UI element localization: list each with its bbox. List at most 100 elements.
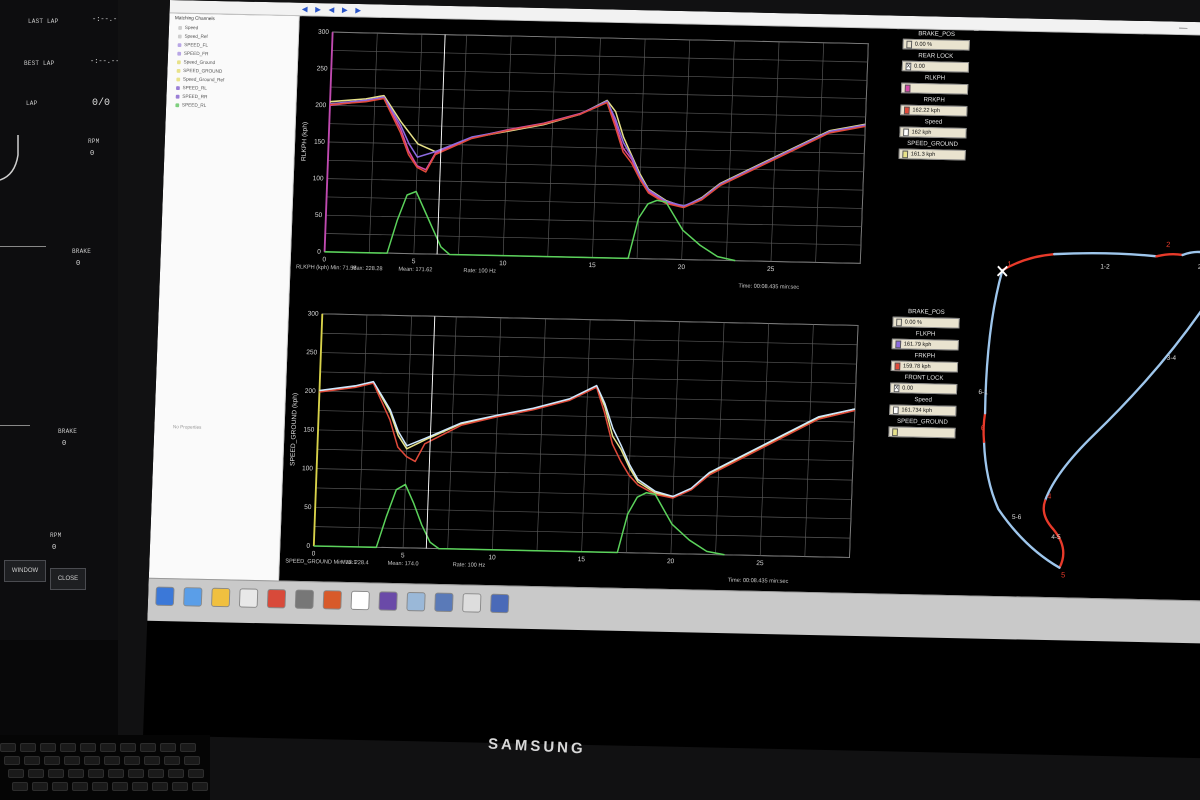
chart-app-icon[interactable] [378,591,398,611]
playback-nav[interactable]: ◀ ▶ ◀ ▶ ▶ [302,5,364,15]
legend-value-box[interactable]: 161.79 kph [891,338,959,351]
status-text-2: Mean: 171.62 [398,267,432,274]
legend-value-box[interactable]: 162 kph [899,126,967,139]
legend-value: 0.00 [913,63,925,70]
x-tick-label: 10 [488,554,496,561]
x-tick-label: 15 [588,262,596,269]
segment-label: 5-6 [1012,514,1022,521]
track-segment-5 [1043,283,1200,502]
track-map[interactable]: 1-22-33-44-55-66-1123456 [958,31,1200,610]
app-icon[interactable] [322,590,342,610]
settings-app-icon[interactable] [462,593,482,613]
legend-value-box[interactable]: 161.734 kph [889,404,957,417]
notes-icon[interactable] [350,590,370,611]
legend-value-box[interactable] [900,82,969,95]
close-button[interactable]: CLOSE [50,568,86,590]
channel-color-icon [176,59,181,64]
keyboard-key [88,769,104,778]
legend-value-box[interactable] [888,426,956,439]
legend-value-box[interactable]: 0.00 % [892,316,960,329]
tool-icon[interactable] [294,589,315,610]
x-tick-label: 10 [499,260,507,267]
legend-swatch [902,150,909,158]
telemetry-screen: ◀ ▶ ◀ ▶ ▶ — □ × Matching Channels SpeedS… [143,0,1200,759]
chart-top-svg[interactable]: 0 50 100 150 200 250 300 0 5 10 15 20 25 RLKPH (kph) R… [291,16,896,308]
last-lap-label: LAST LAP [28,18,59,25]
status-text-1: Max: 228.28 [352,266,383,273]
channel-item[interactable]: SPEED_RL [166,100,296,111]
doc-app-icon[interactable] [434,592,454,613]
window-button[interactable]: WINDOW [4,560,46,582]
best-lap-label: BEST LAP [24,60,55,67]
person-app-icon[interactable] [490,593,510,614]
explorer-icon[interactable] [238,588,259,608]
keyboard-key [40,743,56,752]
legend-value-box[interactable]: 0.00 % [902,38,970,51]
corner-label: 5 [1061,570,1065,579]
keyboard-key [168,769,184,778]
legend-value: 161.3 kph [910,151,936,158]
chart-bottom: 0 50 100 150 200 250 300 0 5 10 15 20 25 SPEED_GROUND… [281,298,887,602]
y-tick-label: 200 [315,102,326,109]
segment-label: 4-5 [1051,534,1061,541]
legend-swatch [892,427,898,436]
keyboard-key [8,769,24,778]
keyboard-key [188,769,204,778]
keyboard-key [132,782,148,791]
keyboard-key [28,769,44,778]
keyboard-key [112,782,128,791]
keyboard-key [68,769,84,778]
keyboard-key [120,743,136,752]
monitor-app-icon[interactable] [406,591,426,612]
keyboard-key [12,782,28,791]
legend-value: 159.78 kph [902,363,931,370]
x-tick-label: 0 [312,550,316,557]
chart-top: 0 50 100 150 200 250 300 0 5 10 15 20 25 RLKPH (kph) R… [291,16,896,308]
y-tick-label: 250 [317,65,328,72]
lap-value: 0/0 [92,98,111,109]
legend-channel-label: SPEED_GROUND [896,418,948,426]
rpm-label-2: RPM [50,532,62,539]
keyboard-key [124,756,140,765]
status-text-0: RLKPH (kph) Min: 71.58 [296,264,357,271]
keyboard-key [164,756,180,765]
window-controls[interactable]: — □ × [1179,23,1200,34]
y-tick-label: 300 [318,29,329,36]
keyboard-key [108,769,124,778]
chrome-icon[interactable] [266,588,287,609]
brake-label: BRAKE [72,248,92,255]
legend-swatch [896,318,902,326]
media-icon[interactable] [183,587,203,607]
y-tick-label: 0 [317,249,321,256]
legend-value: 0.00 % [914,41,933,48]
keyboard-key [64,756,80,765]
y-tick-label: 150 [303,426,314,433]
legend-value-box[interactable]: X 0.00 [889,382,958,395]
keyboard-key [104,756,120,765]
status-text-3: Rate: 100 Hz [463,268,496,275]
x-tick-label: 5 [401,552,405,559]
status-text-1: Max: 228.4 [341,560,369,567]
folder-icon[interactable] [211,587,231,608]
legend-channel-label: SPEED_GROUND [907,140,959,148]
corner-label: 1 [1007,259,1011,268]
legend-value-box[interactable]: 162.22 kph [900,104,968,117]
corner-label: 4 [1047,492,1051,501]
x-tick-label: 20 [667,558,675,565]
keyboard-key [128,769,144,778]
legend-value-box[interactable]: X 0.00 [901,60,970,73]
corner-label: 2 [1166,240,1170,249]
legend-swatch: X [893,384,900,392]
legend-value: 161.734 kph [901,407,933,414]
segment-label: 1-2 [1100,263,1110,270]
y-tick-label: 50 [315,212,323,219]
legend-value-box[interactable]: 161.3 kph [898,148,966,161]
chart-area: 0 50 100 150 200 250 300 0 5 10 15 20 25 RLKPH (kph) R… [280,16,897,603]
channel-sidebar: Matching Channels Speed Speed_Ref SPEED_FL… [148,13,300,590]
start-icon[interactable] [155,586,175,607]
legend-value-box[interactable]: 159.78 kph [890,360,959,373]
chart-bottom-svg[interactable]: 0 50 100 150 200 250 300 0 5 10 15 20 25 SPEED_GROUND… [281,298,887,602]
keyboard-key [172,782,188,791]
keyboard-key [184,756,200,765]
channel-list: Speed Speed_Ref SPEED_FL SPEED_FR Speed_Grou… [166,23,298,112]
